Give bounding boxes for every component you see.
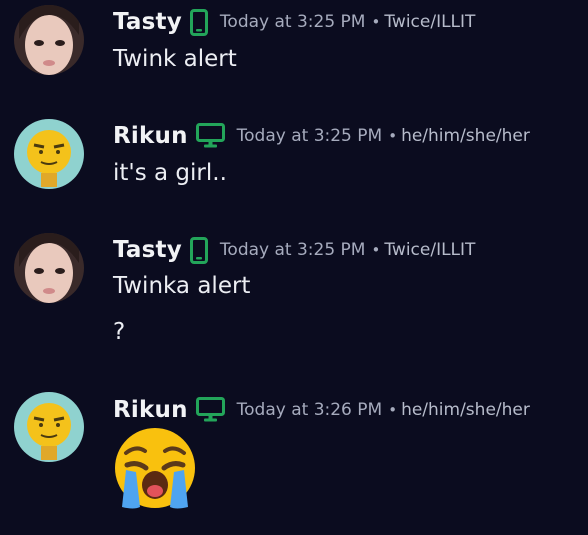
message-text: Twink alert (113, 46, 237, 72)
message-text: ? (113, 319, 126, 345)
loudly-crying-face-icon[interactable] (110, 425, 200, 515)
timestamp[interactable]: Today at 3:26 PM (237, 400, 383, 420)
message-text: it's a girl.. (113, 160, 227, 186)
username[interactable]: Rikun (113, 123, 188, 149)
separator: • (371, 13, 381, 31)
pronouns: he/him/she/her (401, 400, 530, 420)
desktop-monitor-icon (195, 123, 225, 149)
username[interactable]: Tasty (113, 237, 182, 263)
username[interactable]: Tasty (113, 9, 182, 35)
mobile-phone-icon (189, 8, 208, 36)
pronouns: Twice/ILLIT (384, 12, 476, 32)
message-text: Twinka alert (113, 273, 251, 299)
timestamp[interactable]: Today at 3:25 PM (220, 12, 366, 32)
separator: • (388, 127, 398, 145)
separator: • (388, 401, 398, 419)
timestamp[interactable]: Today at 3:25 PM (220, 240, 366, 260)
desktop-monitor-icon (195, 397, 225, 423)
mobile-phone-icon (189, 236, 208, 264)
avatar[interactable] (14, 233, 84, 303)
avatar[interactable] (14, 5, 84, 75)
avatar[interactable] (14, 119, 84, 189)
pronouns: Twice/ILLIT (384, 240, 476, 260)
timestamp[interactable]: Today at 3:25 PM (237, 126, 383, 146)
username[interactable]: Rikun (113, 397, 188, 423)
avatar[interactable] (14, 392, 84, 462)
separator: • (371, 241, 381, 259)
pronouns: he/him/she/her (401, 126, 530, 146)
